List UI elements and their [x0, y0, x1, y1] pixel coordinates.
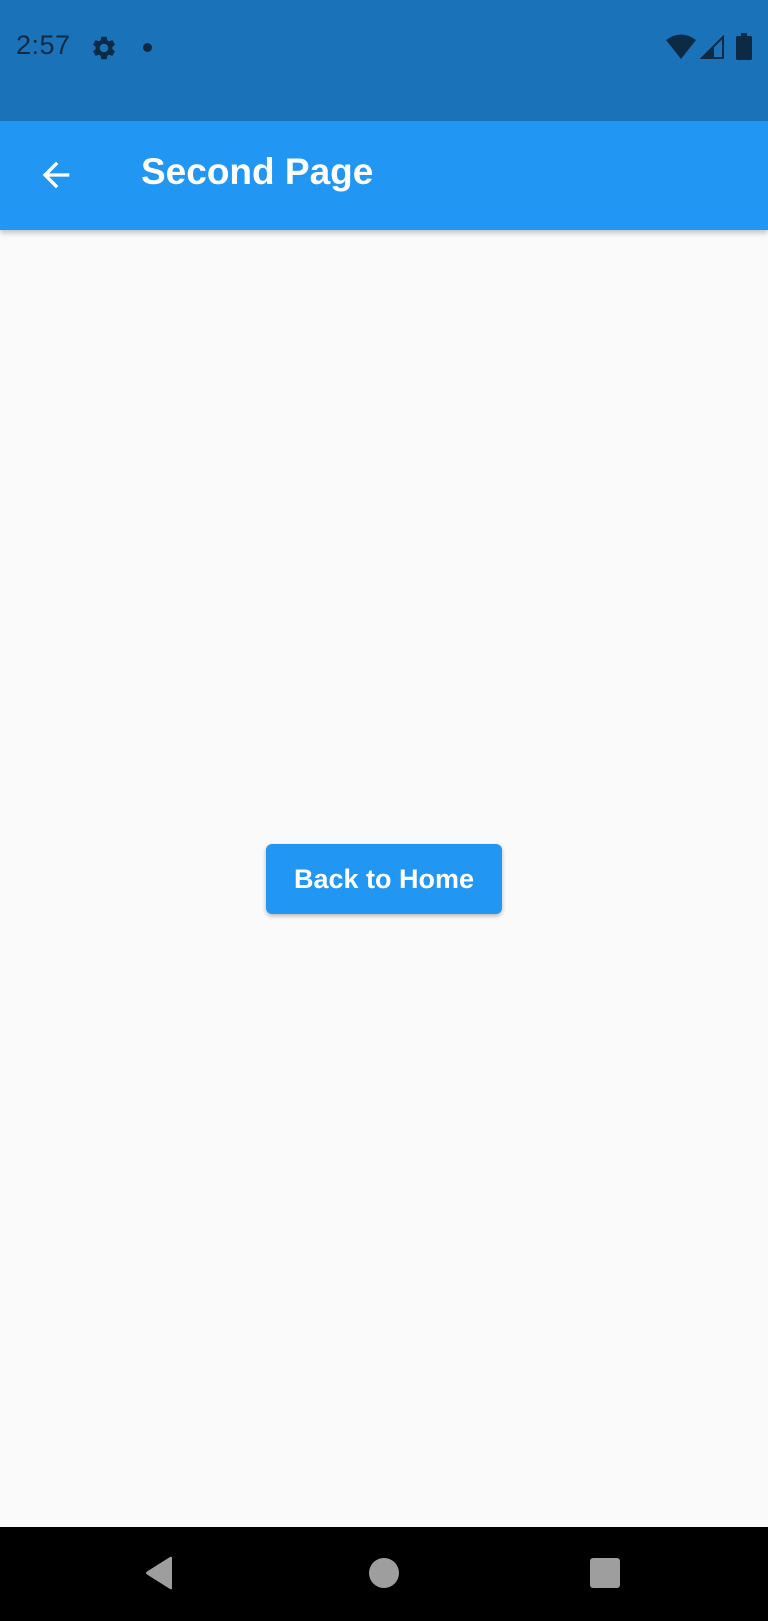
arrow-back-icon	[42, 161, 70, 189]
wifi-icon	[666, 34, 696, 60]
cell-signal-icon	[699, 34, 724, 59]
status-time: 2:57	[16, 30, 71, 60]
nav-back-triangle-icon[interactable]	[144, 1555, 176, 1591]
status-bar: 2:57	[0, 0, 768, 121]
system-navigation-bar	[0, 1527, 768, 1621]
back-arrow-button[interactable]	[20, 139, 92, 211]
settings-gear-icon	[90, 34, 118, 62]
notification-dot-icon	[143, 43, 152, 52]
phone-screen: 2:57 Second Page Back to Home	[0, 0, 768, 1621]
back-to-home-button[interactable]: Back to Home	[266, 844, 502, 914]
page-title: Second Page	[141, 151, 374, 192]
nav-recents-square-icon[interactable]	[590, 1558, 620, 1588]
battery-icon	[736, 33, 752, 60]
app-bar: Second Page	[0, 121, 768, 230]
nav-home-circle-icon[interactable]	[369, 1558, 399, 1588]
